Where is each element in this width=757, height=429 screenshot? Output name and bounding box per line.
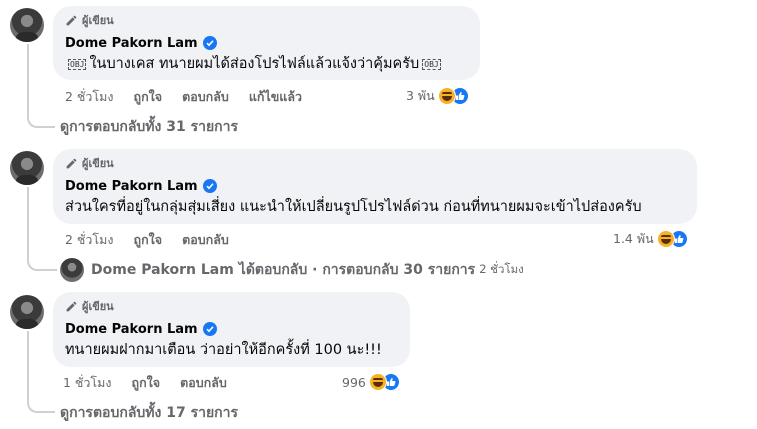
- reaction-summary[interactable]: 1.4 พัน: [613, 229, 688, 249]
- like-button[interactable]: ถูกใจ: [132, 373, 161, 393]
- timestamp[interactable]: 2 ชั่วโมง: [65, 230, 114, 250]
- comment-bubble: ผู้เขียน Dome Pakorn Lam OBJ ในบางเคส ทนา…: [53, 6, 480, 80]
- haha-reaction-icon: [437, 87, 456, 105]
- pencil-icon: [66, 301, 77, 311]
- timestamp[interactable]: 2 ชั่วโมง: [65, 87, 114, 107]
- thread-line: [27, 44, 55, 128]
- avatar[interactable]: [10, 8, 44, 42]
- comment-bubble: ผู้เขียน Dome Pakorn Lam ส่วนใครที่อยู่ใ…: [53, 149, 697, 224]
- author-name[interactable]: Dome Pakorn Lam: [65, 179, 198, 194]
- reply-preview-time: 2 ชั่วโมง: [479, 262, 524, 276]
- thread-line: [27, 331, 55, 413]
- comment-actions: 2 ชั่วโมง ถูกใจ ตอบกลับ แก้ไขแล้ว: [65, 87, 322, 107]
- verified-badge-icon: [202, 36, 217, 50]
- author-badge: ผู้เขียน: [65, 12, 468, 28]
- like-button[interactable]: ถูกใจ: [134, 87, 163, 107]
- reply-button[interactable]: ตอบกลับ: [180, 373, 227, 393]
- haha-reaction-icon: [656, 230, 675, 248]
- reply-preview-name[interactable]: Dome Pakorn Lam: [91, 262, 234, 278]
- reply-preview[interactable]: Dome Pakorn Lam ได้ตอบกลับ · การตอบกลับ …: [60, 257, 524, 283]
- reply-button[interactable]: ตอบกลับ: [182, 230, 229, 250]
- pencil-icon: [66, 15, 77, 25]
- author-name[interactable]: Dome Pakorn Lam: [65, 322, 198, 337]
- avatar[interactable]: [10, 295, 44, 329]
- author-badge: ผู้เขียน: [65, 155, 685, 171]
- reaction-count[interactable]: 1.4 พัน: [613, 229, 654, 249]
- pencil-icon: [66, 158, 77, 168]
- author-badge: ผู้เขียน: [65, 298, 398, 314]
- reaction-summary[interactable]: 3 พัน: [406, 86, 469, 106]
- thread-line: [27, 187, 57, 271]
- verified-badge-icon: [202, 179, 217, 193]
- comment-actions: 2 ชั่วโมง ถูกใจ ตอบกลับ: [65, 230, 249, 250]
- reaction-count[interactable]: 996: [342, 375, 366, 390]
- comment-actions: 1 ชั่วโมง ถูกใจ ตอบกลับ: [63, 373, 247, 393]
- comment-text: OBJ ในบางเคส ทนายผมได้ส่องโปรไฟล์แล้วแจ้ง…: [68, 56, 441, 72]
- object-placeholder-icon: OBJ: [68, 58, 87, 70]
- haha-reaction-icon: [368, 373, 387, 391]
- author-name[interactable]: Dome Pakorn Lam: [65, 36, 198, 51]
- object-placeholder-icon: OBJ: [422, 58, 441, 70]
- edited-label[interactable]: แก้ไขแล้ว: [249, 87, 302, 107]
- like-button[interactable]: ถูกใจ: [134, 230, 163, 250]
- reply-button[interactable]: ตอบกลับ: [182, 87, 229, 107]
- verified-badge-icon: [202, 322, 217, 336]
- avatar: [60, 258, 84, 282]
- avatar[interactable]: [10, 151, 44, 185]
- view-replies-link[interactable]: ดูการตอบกลับทั้ง 31 รายการ: [60, 117, 238, 137]
- timestamp[interactable]: 1 ชั่วโมง: [63, 373, 112, 393]
- comment-text: ส่วนใครที่อยู่ในกลุ่มสุ่มเสี่ยง แนะนำให้…: [65, 199, 642, 215]
- comment-text: ทนายผมฝากมาเตือน ว่าอย่าให้อีกครั้งที่ 1…: [65, 342, 382, 358]
- reaction-summary[interactable]: 996: [342, 372, 400, 392]
- comment-bubble: ผู้เขียน Dome Pakorn Lam ทนายผมฝากมาเตือ…: [53, 292, 410, 367]
- reply-preview-summary[interactable]: ได้ตอบกลับ · การตอบกลับ 30 รายการ: [239, 259, 475, 281]
- view-replies-link[interactable]: ดูการตอบกลับทั้ง 17 รายการ: [60, 403, 238, 423]
- reaction-count[interactable]: 3 พัน: [406, 86, 435, 106]
